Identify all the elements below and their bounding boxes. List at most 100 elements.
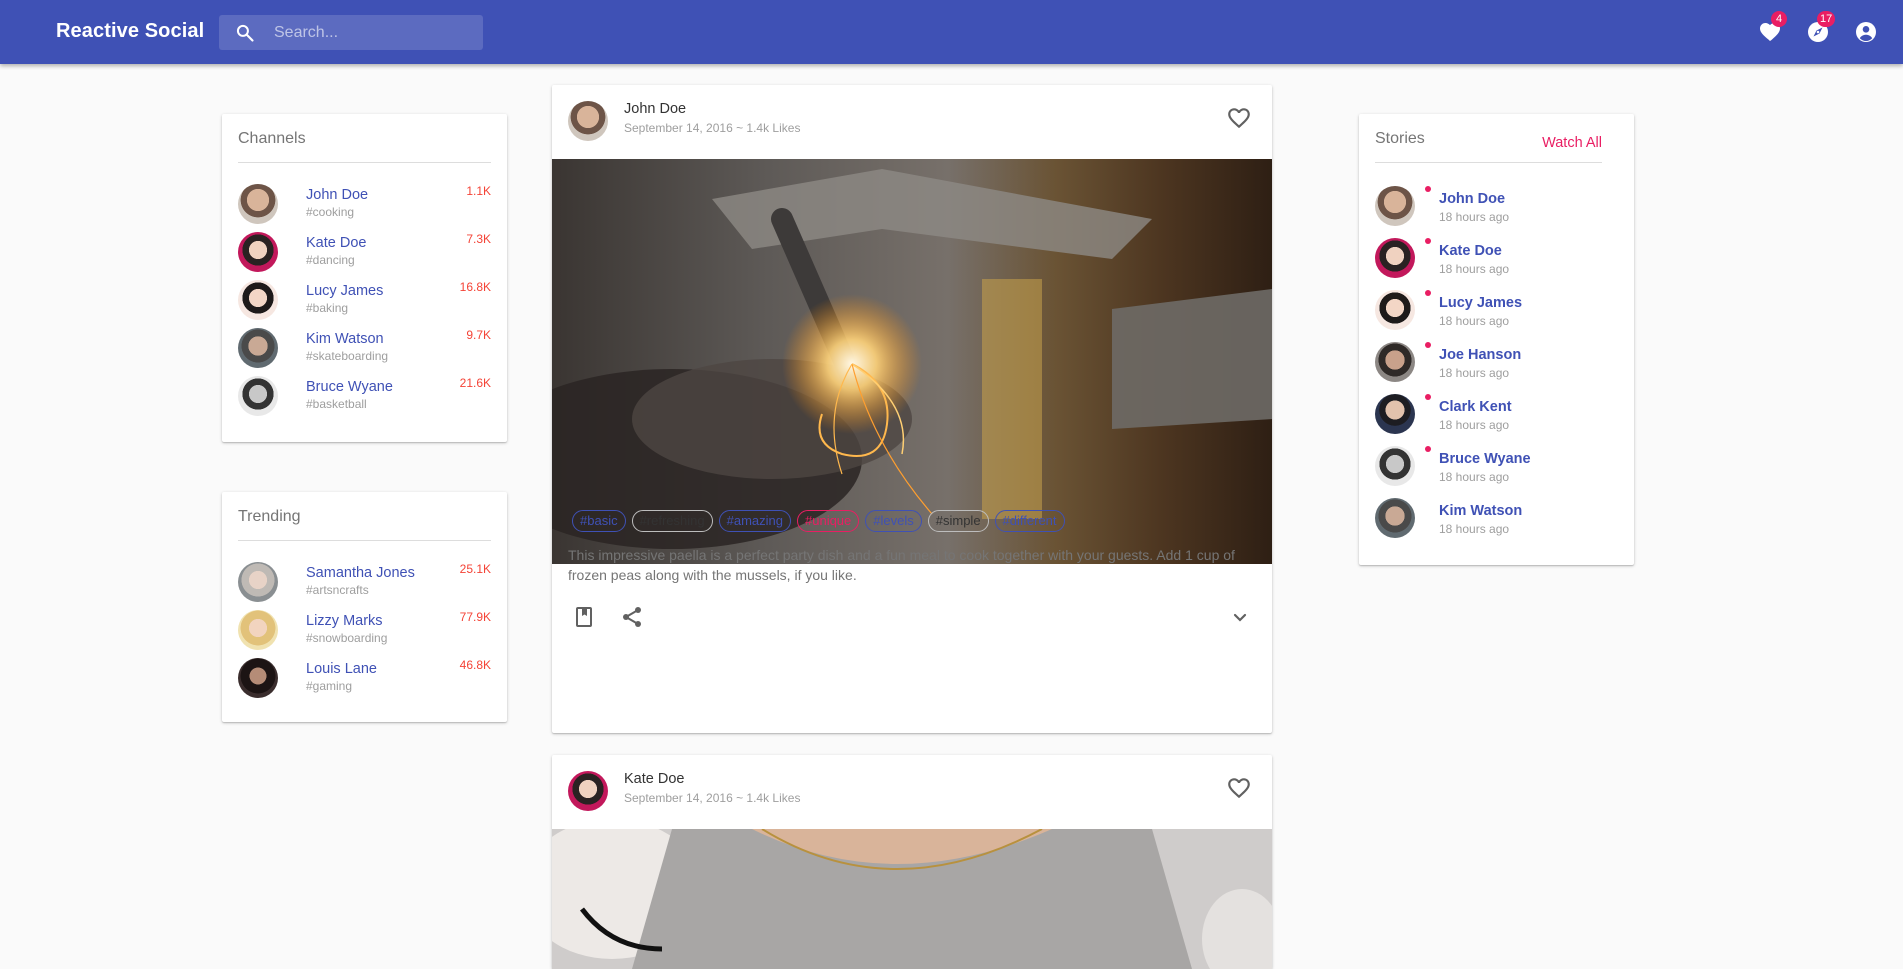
watch-all-link[interactable]: Watch All (1542, 135, 1602, 151)
tag-chip[interactable]: #unique (797, 510, 860, 532)
expand-button[interactable] (1228, 605, 1254, 631)
channel-count: 1.1K (466, 184, 491, 198)
tag-chip[interactable]: #simple (927, 510, 989, 532)
channel-count: 7.3K (466, 232, 491, 246)
story-time: 18 hours ago (1439, 418, 1510, 432)
trending-name[interactable]: Samantha Jones (306, 565, 415, 581)
channel-item[interactable]: Kim Watson #skateboarding 9.7K (222, 328, 507, 376)
channel-item[interactable]: Kate Doe #dancing 7.3K (222, 232, 507, 280)
avatar (238, 232, 278, 272)
channel-tag: #cooking (306, 205, 355, 219)
channel-item[interactable]: John Doe #cooking 1.1K (222, 184, 507, 232)
app-bar: Reactive Social 4 17 (0, 0, 1903, 64)
heart-outline-icon (1228, 108, 1250, 129)
avatar (1375, 446, 1415, 486)
search-icon (236, 24, 254, 42)
avatar (1375, 498, 1415, 538)
unread-dot (1425, 238, 1431, 244)
story-time: 18 hours ago (1439, 366, 1510, 380)
bookmark-button[interactable] (572, 605, 598, 631)
post-author[interactable]: Kate Doe (624, 771, 684, 787)
story-item[interactable]: Clark Kent 18 hours ago (1359, 394, 1634, 442)
like-button[interactable] (1226, 105, 1254, 133)
post-image[interactable] (552, 159, 1272, 564)
trending-tag: #artsncrafts (306, 583, 369, 597)
avatar (238, 610, 278, 650)
channel-tag: #skateboarding (306, 349, 389, 363)
search-input[interactable] (274, 15, 474, 50)
trending-tag: #gaming (306, 679, 353, 693)
channel-item[interactable]: Bruce Wyane #basketball 21.6K (222, 376, 507, 424)
stories-title: Stories (1375, 130, 1425, 147)
trending-name[interactable]: Louis Lane (306, 661, 377, 677)
story-time: 18 hours ago (1439, 522, 1510, 536)
divider (1375, 162, 1602, 163)
bookmark-icon (576, 607, 592, 627)
story-item[interactable]: John Doe 18 hours ago (1359, 186, 1634, 234)
favorites-button[interactable]: 4 (1755, 11, 1787, 47)
channel-name[interactable]: Kim Watson (306, 331, 384, 347)
tag-chip[interactable]: #different (994, 510, 1065, 532)
story-time: 18 hours ago (1439, 210, 1510, 224)
avatar[interactable] (568, 101, 608, 141)
tag-chip[interactable]: #refreshing (631, 510, 713, 532)
like-button[interactable] (1226, 775, 1254, 803)
story-item[interactable]: Joe Hanson 18 hours ago (1359, 342, 1634, 390)
channel-tag: #basketball (306, 397, 367, 411)
channel-name[interactable]: Lucy James (306, 283, 383, 299)
tag-chip[interactable]: #amazing (718, 510, 791, 532)
channel-name[interactable]: Kate Doe (306, 235, 366, 251)
channel-count: 21.6K (459, 376, 491, 390)
avatar[interactable] (568, 771, 608, 811)
channel-tag: #baking (306, 301, 349, 315)
avatar (1375, 290, 1415, 330)
trending-item[interactable]: Lizzy Marks #snowboarding 77.9K (222, 610, 507, 658)
trending-name[interactable]: Lizzy Marks (306, 613, 383, 629)
story-item[interactable]: Kate Doe 18 hours ago (1359, 238, 1634, 286)
account-circle-icon (1856, 22, 1876, 42)
post-author[interactable]: John Doe (624, 101, 686, 117)
story-item[interactable]: Lucy James 18 hours ago (1359, 290, 1634, 338)
unread-dot (1425, 342, 1431, 348)
avatar (1375, 394, 1415, 434)
channel-name[interactable]: Bruce Wyane (306, 379, 393, 395)
story-name[interactable]: Kim Watson (1439, 503, 1522, 519)
trending-count: 25.1K (459, 562, 491, 576)
channels-card: Channels John Doe #cooking 1.1K Kate Doe… (222, 114, 507, 442)
brand-title[interactable]: Reactive Social (56, 20, 204, 43)
channel-count: 16.8K (459, 280, 491, 294)
tag-chip[interactable]: #basic (572, 510, 626, 532)
channel-name[interactable]: John Doe (306, 187, 368, 203)
share-button[interactable] (620, 605, 646, 631)
channels-title: Channels (238, 130, 306, 147)
story-name[interactable]: John Doe (1439, 191, 1505, 207)
story-time: 18 hours ago (1439, 470, 1510, 484)
divider (238, 162, 491, 163)
story-name[interactable]: Kate Doe (1439, 243, 1502, 259)
story-item[interactable]: Bruce Wyane 18 hours ago (1359, 446, 1634, 494)
tag-chip[interactable]: #levels (865, 510, 922, 532)
post-image[interactable] (552, 829, 1272, 969)
trending-item[interactable]: Samantha Jones #artsncrafts 25.1K (222, 562, 507, 610)
divider (238, 540, 491, 541)
trending-count: 77.9K (459, 610, 491, 624)
share-icon (623, 607, 641, 627)
story-name[interactable]: Bruce Wyane (1439, 451, 1531, 467)
post-meta: September 14, 2016 ~ 1.4k Likes (624, 791, 801, 805)
avatar (238, 376, 278, 416)
trending-item[interactable]: Louis Lane #gaming 46.8K (222, 658, 507, 706)
story-name[interactable]: Clark Kent (1439, 399, 1512, 415)
channel-item[interactable]: Lucy James #baking 16.8K (222, 280, 507, 328)
avatar (1375, 342, 1415, 382)
search-box[interactable] (219, 15, 483, 50)
explore-button[interactable]: 17 (1803, 11, 1836, 47)
channel-tag: #dancing (306, 253, 355, 267)
story-item[interactable]: Kim Watson 18 hours ago (1359, 498, 1634, 546)
channel-count: 9.7K (466, 328, 491, 342)
account-button[interactable] (1851, 17, 1881, 47)
post-meta: September 14, 2016 ~ 1.4k Likes (624, 121, 801, 135)
story-name[interactable]: Joe Hanson (1439, 347, 1521, 363)
story-name[interactable]: Lucy James (1439, 295, 1522, 311)
stories-card: Stories Watch All John Doe 18 hours ago … (1359, 114, 1634, 565)
trending-tag: #snowboarding (306, 631, 388, 645)
